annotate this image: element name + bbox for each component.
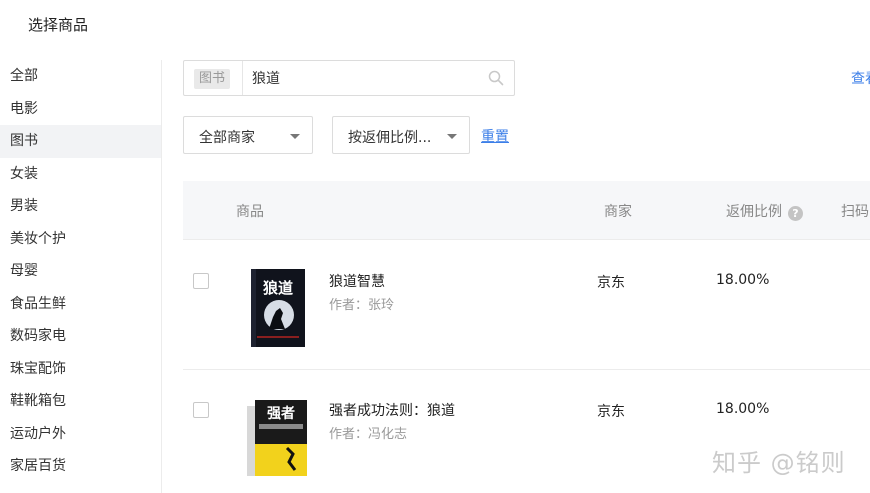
column-header-ratio-label: 返佣比例 xyxy=(726,204,782,220)
search-box: 图书 xyxy=(183,60,515,96)
sidebar-item-movies[interactable]: 电影 xyxy=(0,93,161,126)
search-category-tag[interactable]: 图书 xyxy=(194,69,231,89)
watermark: 知乎 @铭则 xyxy=(712,449,846,477)
chevron-down-icon xyxy=(447,134,457,139)
sidebar-item-food[interactable]: 食品生鲜 xyxy=(0,288,161,321)
author-name: 冯化志 xyxy=(368,427,408,442)
merchant-select-value: 全部商家 xyxy=(199,130,255,146)
sort-select-value: 按返佣比例... xyxy=(348,130,432,146)
sidebar-item-jewelry[interactable]: 珠宝配饰 xyxy=(0,353,161,386)
page-title: 选择商品 xyxy=(28,16,89,34)
column-header-scan: 扫码 xyxy=(841,204,869,220)
product-merchant: 京东 xyxy=(597,275,625,291)
product-ratio: 18.00% xyxy=(716,401,770,417)
search-input[interactable] xyxy=(252,61,482,95)
sidebar-item-beauty[interactable]: 美妆个护 xyxy=(0,223,161,256)
table-header: 商品 商家 返佣比例? 扫码 xyxy=(183,181,870,240)
table-row: 狼道 狼道智慧 作者：张玲 京东 18.00% xyxy=(183,241,870,370)
sidebar-item-sports[interactable]: 运动户外 xyxy=(0,418,161,451)
sidebar-item-digital[interactable]: 数码家电 xyxy=(0,320,161,353)
view-link[interactable]: 查看 xyxy=(851,68,870,88)
book-cover-title: 狼道 xyxy=(263,279,293,297)
product-author: 作者：张玲 xyxy=(329,294,394,313)
author-label: 作者： xyxy=(329,298,369,313)
author-label: 作者： xyxy=(329,427,369,442)
product-ratio: 18.00% xyxy=(716,272,770,288)
sidebar-item-mens-clothing[interactable]: 男装 xyxy=(0,190,161,223)
sort-select[interactable]: 按返佣比例... xyxy=(332,116,470,154)
chevron-down-icon xyxy=(290,134,300,139)
category-sidebar: 全部 电影 图书 女装 男装 美妆个护 母婴 食品生鲜 数码家电 珠宝配饰 鞋靴… xyxy=(0,60,162,493)
column-header-merchant: 商家 xyxy=(604,204,632,220)
search-icon[interactable] xyxy=(488,70,504,86)
column-header-ratio: 返佣比例? xyxy=(726,201,803,221)
book-cover-title: 强者 xyxy=(267,406,295,422)
sidebar-item-womens-clothing[interactable]: 女装 xyxy=(0,158,161,191)
merchant-select[interactable]: 全部商家 xyxy=(183,116,313,154)
book-cover-image: 强者 xyxy=(247,400,307,476)
search-divider xyxy=(242,61,243,95)
product-title[interactable]: 狼道智慧 xyxy=(329,271,385,291)
sidebar-item-books[interactable]: 图书 xyxy=(0,125,161,158)
reset-button[interactable]: 重置 xyxy=(481,126,509,146)
sidebar-item-home[interactable]: 家居百货 xyxy=(0,450,161,483)
sidebar-item-mother-baby[interactable]: 母婴 xyxy=(0,255,161,288)
product-author: 作者：冯化志 xyxy=(329,423,407,442)
row-checkbox[interactable] xyxy=(193,273,209,289)
product-merchant: 京东 xyxy=(597,404,625,420)
help-icon[interactable]: ? xyxy=(788,206,803,221)
book-cover-image: 狼道 xyxy=(251,269,305,347)
row-checkbox[interactable] xyxy=(193,402,209,418)
sidebar-item-all[interactable]: 全部 xyxy=(0,60,161,93)
column-header-product: 商品 xyxy=(236,204,264,220)
author-name: 张玲 xyxy=(368,298,395,313)
product-title[interactable]: 强者成功法则：狼道 xyxy=(329,400,455,420)
sidebar-item-shoes-bags[interactable]: 鞋靴箱包 xyxy=(0,385,161,418)
